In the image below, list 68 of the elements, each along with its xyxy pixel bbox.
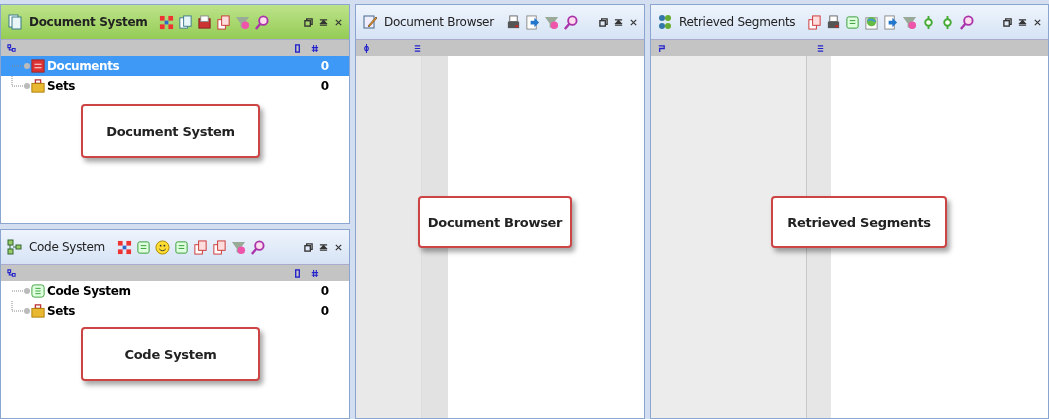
documents-icon[interactable] (178, 14, 194, 30)
panel-title: Retrieved Segments (679, 15, 796, 29)
search-icon[interactable] (254, 14, 270, 30)
pin-icon[interactable] (319, 242, 328, 252)
item-count: 0 (320, 59, 329, 73)
documents-icon[interactable] (216, 14, 232, 30)
tree-icon[interactable] (7, 268, 16, 278)
tree-item-label: Documents (47, 59, 120, 73)
documents-icon (31, 59, 45, 73)
documents-icon[interactable] (212, 239, 227, 255)
documents-icon[interactable] (193, 239, 208, 255)
callout-label: Document Browser (418, 196, 572, 248)
funnel-icon[interactable] (543, 14, 559, 30)
item-count: 0 (320, 284, 329, 298)
callout-label: Retrieved Segments (771, 196, 947, 248)
search-icon[interactable] (250, 239, 265, 255)
document-icon[interactable] (197, 14, 213, 30)
restore-icon[interactable] (599, 17, 608, 27)
pin-icon[interactable] (614, 17, 623, 27)
hash-icon[interactable] (310, 43, 319, 53)
printer-icon[interactable] (826, 14, 842, 30)
panel-title: Document System (29, 15, 148, 29)
tree-icon[interactable] (7, 43, 16, 53)
document-icon[interactable] (174, 239, 189, 255)
documents-icon (7, 14, 23, 30)
close-icon[interactable] (629, 17, 638, 27)
grid-icon[interactable] (159, 14, 175, 30)
flag-icon[interactable] (657, 43, 666, 53)
panel-title: Document Browser (384, 15, 494, 29)
callout-label: Code System (81, 327, 260, 381)
funnel-icon[interactable] (902, 14, 918, 30)
pin-icon[interactable] (319, 17, 328, 27)
pin-icon[interactable] (1018, 17, 1027, 27)
hash-icon[interactable] (310, 268, 319, 278)
documents-icon[interactable] (807, 14, 823, 30)
restore-icon[interactable] (1003, 17, 1012, 27)
code-icon (31, 284, 45, 298)
item-count: 0 (320, 79, 329, 93)
grid-icon[interactable] (117, 239, 132, 255)
briefcase-icon (31, 304, 45, 318)
search-icon[interactable] (562, 14, 578, 30)
tree-item[interactable]: Code System 0 (1, 281, 349, 301)
tree-item[interactable]: Sets 0 (1, 301, 349, 321)
tree-item[interactable]: Sets 0 (1, 76, 349, 96)
briefcase-icon (31, 79, 45, 93)
restore-icon[interactable] (304, 242, 313, 252)
close-icon[interactable] (334, 242, 343, 252)
funnel-icon[interactable] (231, 239, 246, 255)
search-icon[interactable] (959, 14, 975, 30)
close-icon[interactable] (334, 17, 343, 27)
callout-label: Document System (81, 104, 260, 158)
column-icon[interactable] (293, 43, 302, 53)
close-icon[interactable] (1033, 17, 1042, 27)
smiley-icon[interactable] (155, 239, 170, 255)
panel-title: Code System (29, 240, 105, 254)
restore-icon[interactable] (304, 17, 313, 27)
tree-icon (7, 239, 23, 255)
pencil-icon (362, 14, 378, 30)
globe-icon[interactable] (864, 14, 880, 30)
column-icon[interactable] (293, 268, 302, 278)
printer-icon[interactable] (505, 14, 521, 30)
item-count: 0 (320, 304, 329, 318)
document-icon[interactable] (136, 239, 151, 255)
list-icon[interactable] (816, 43, 825, 53)
list-icon[interactable] (413, 43, 422, 53)
tree-item-label: Sets (47, 79, 76, 93)
tree-item-label: Code System (47, 284, 131, 298)
tree-item-label: Sets (47, 304, 76, 318)
